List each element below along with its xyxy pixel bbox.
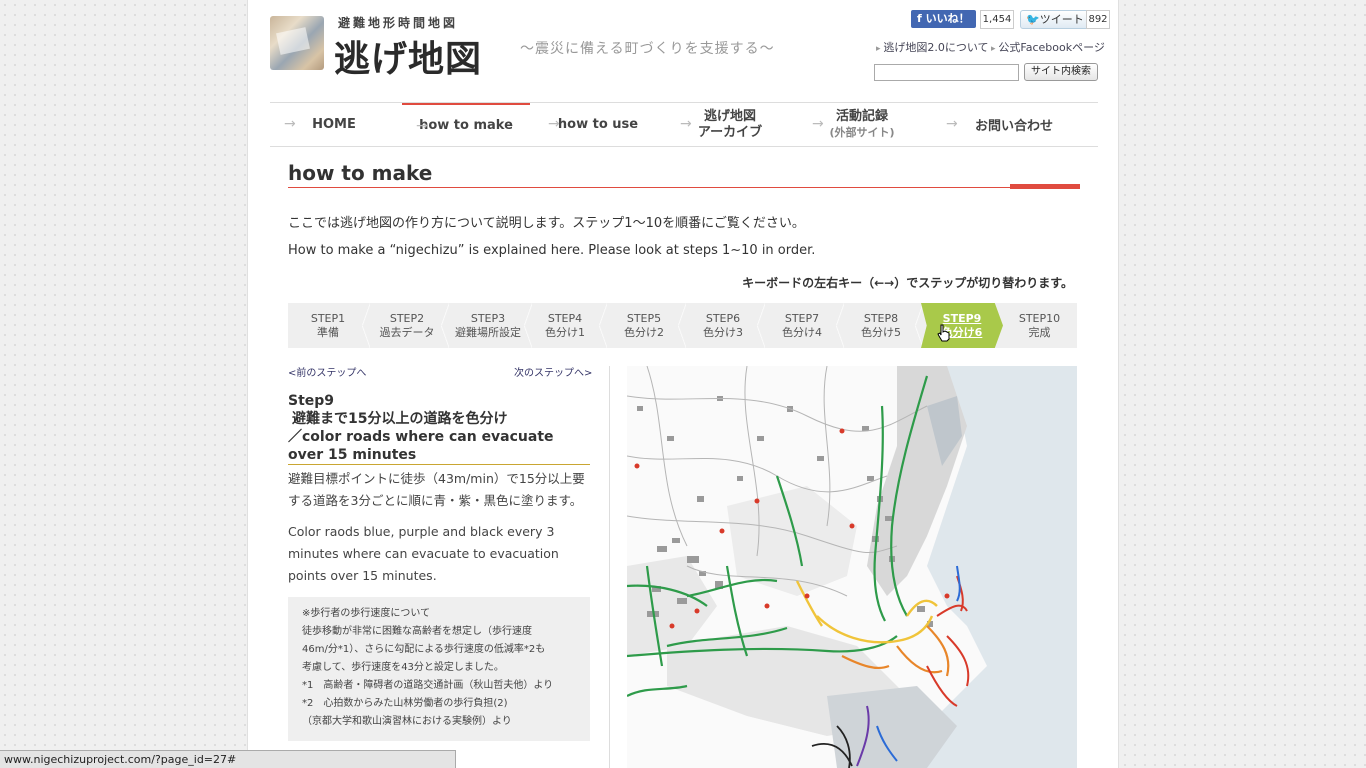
keyboard-hint: キーボードの左右キー（←→）でステップが切り替わります。 <box>742 276 1073 290</box>
step-title-ja: 避難まで15分以上の道路を色分け <box>292 411 508 427</box>
step-tab-3[interactable]: STEP3 避難場所設定 <box>446 303 532 348</box>
intro-japanese: ここでは逃げ地図の作り方について説明します。ステップ1〜10を順番にご覧ください… <box>288 216 805 231</box>
arrow-right-icon: → <box>680 116 692 132</box>
step-heading: Step9 避難まで15分以上の道路を色分け ／color roads wher… <box>288 392 588 464</box>
map-drawing <box>627 366 1077 768</box>
step-heading-underline <box>288 464 590 465</box>
step-tab-4[interactable]: STEP4 色分け1 <box>525 303 607 348</box>
arrow-right-icon: → <box>812 116 824 132</box>
site-search-button[interactable]: サイト内検索 <box>1024 63 1098 81</box>
tweet-count: 892 <box>1086 10 1110 29</box>
step-tab-8[interactable]: STEP8 色分け5 <box>841 303 923 348</box>
nav-how-to-make[interactable]: → how to make <box>402 103 530 146</box>
facebook-icon: f <box>917 12 926 25</box>
nav-activity-log[interactable]: → 活動記録 (外部サイト) <box>798 103 926 146</box>
page-container: 避難地形時間地図 逃げ地図 〜震災に備える町づくりを支援する〜 f いいね！ 1… <box>247 0 1119 768</box>
evacuation-map-image <box>627 366 1077 768</box>
arrow-right-icon: → <box>284 116 296 132</box>
step-tab-9[interactable]: STEP9 色分け6 <box>921 303 1003 348</box>
nav-contact[interactable]: → お問い合わせ <box>930 103 1098 146</box>
tweet-button[interactable]: 🐦ツイート <box>1020 10 1090 29</box>
step-title-en: ／color roads where can evacuate over 15 … <box>288 429 554 463</box>
step-navigation: STEP1 準備 STEP2 過去データ STEP3 避難場所設定 STEP4 色分け1… <box>288 303 1077 348</box>
hand-pointer-icon <box>937 324 950 342</box>
chevron-right-icon <box>915 303 923 348</box>
twitter-bird-icon: 🐦 <box>1026 13 1040 26</box>
site-search-input[interactable] <box>874 64 1019 81</box>
step-tab-6[interactable]: STEP6 色分け3 <box>683 303 765 348</box>
intro-english: How to make a “nigechizu” is explained h… <box>288 243 816 258</box>
step-tab-7[interactable]: STEP7 色分け4 <box>762 303 844 348</box>
prev-step-link[interactable]: <前のステップへ <box>288 364 366 379</box>
page-title: how to make <box>288 161 433 185</box>
arrow-right-icon: → <box>548 116 560 132</box>
facebook-like-button[interactable]: f いいね！ <box>911 10 976 28</box>
nav-home[interactable]: → HOME <box>270 103 398 146</box>
facebook-like-count: 1,454 <box>980 10 1014 29</box>
logo-title[interactable]: 逃げ地図 <box>334 30 482 82</box>
step-tab-1[interactable]: STEP1 準備 <box>288 303 370 348</box>
nav-how-to-use[interactable]: → how to use <box>534 103 662 146</box>
main-nav: → HOME → how to make → how to use → 逃げ地図… <box>270 102 1098 147</box>
step-tab-5[interactable]: STEP5 色分け2 <box>604 303 686 348</box>
logo-image[interactable] <box>270 16 324 70</box>
walking-speed-note: ※歩行者の歩行速度について 徒歩移動が非常に困難な高齢者を想定し（歩行速度 46… <box>288 597 590 741</box>
column-divider <box>609 366 610 768</box>
step-description-en: Color raods blue, purple and black every… <box>288 524 559 583</box>
arrow-right-icon: → <box>416 118 428 134</box>
next-step-link[interactable]: 次のステップへ> <box>514 364 592 379</box>
facebook-page-link[interactable]: 公式Facebookページ <box>991 39 1104 55</box>
title-accent-bar <box>1010 184 1080 189</box>
step-label: Step9 <box>288 393 335 409</box>
title-divider <box>288 187 1080 188</box>
nav-archive[interactable]: → 逃げ地図 アーカイブ <box>666 103 794 146</box>
step-tab-2[interactable]: STEP2 過去データ <box>367 303 449 348</box>
step-tab-10[interactable]: STEP10 完成 <box>1002 303 1077 348</box>
arrow-right-icon: → <box>946 116 958 132</box>
step-description-ja: 避難目標ポイントに徒歩（43m/min）で15分以上要する道路を3分ごとに順に青… <box>288 471 585 508</box>
logo-subtitle: 避難地形時間地図 <box>338 16 459 30</box>
tagline: 〜震災に備える町づくりを支援する〜 <box>520 41 775 57</box>
about-link[interactable]: 逃げ地図2.0について <box>876 39 988 55</box>
browser-status-bar: www.nigechizuproject.com/?page_id=27# <box>0 750 456 768</box>
